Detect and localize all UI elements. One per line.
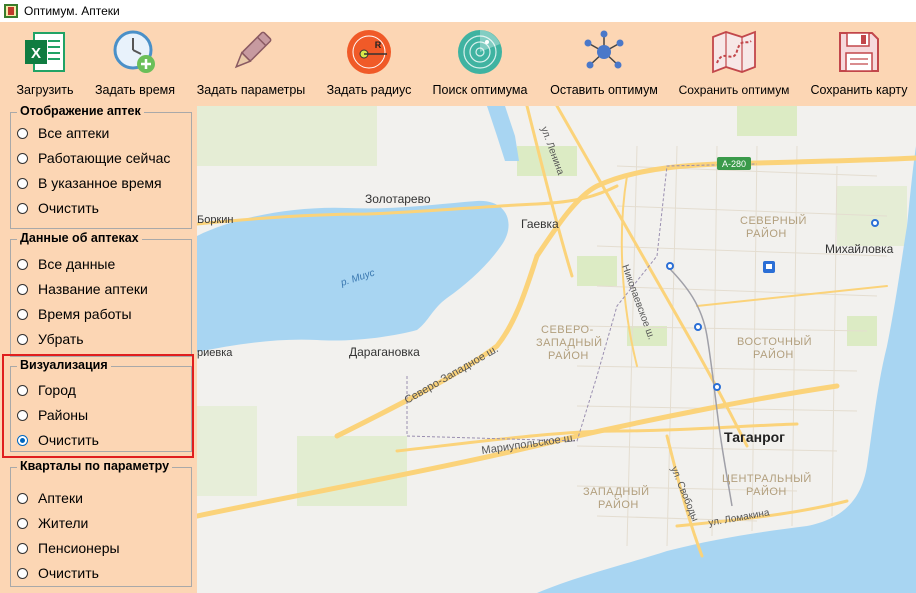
map-label-sz-district-3: РАЙОН [548, 349, 589, 362]
map-label-ievka: риевка [197, 347, 233, 359]
map-label-severny-2: РАЙОН [746, 227, 787, 240]
search-optimum-label: Поиск оптимума [432, 83, 528, 97]
radio-label: Название аптеки [38, 281, 148, 297]
toolbar: X Загрузить Задать время Задать параметр… [0, 22, 916, 106]
highway-shield: А-280 [717, 157, 751, 170]
radio-button[interactable] [17, 202, 28, 214]
load-label: Загрузить [16, 83, 74, 97]
radio-at-specified-time[interactable]: В указанное время [17, 175, 162, 191]
radio-button[interactable] [17, 258, 28, 270]
pharmacy-display-group: Отображение аптек Все аптеки Работающие … [10, 104, 192, 229]
radio-button[interactable] [17, 308, 28, 320]
map-label-gaevka: Гаевка [521, 217, 559, 231]
radio-clear-blocks[interactable]: Очистить [17, 565, 99, 581]
set-radius-button[interactable]: R Задать радиус [326, 22, 412, 106]
save-optimum-label: Сохранить оптимум [678, 83, 790, 97]
radio-button[interactable] [17, 152, 28, 164]
radio-clear-display[interactable]: Очистить [17, 200, 99, 216]
set-params-label: Задать параметры [196, 83, 306, 97]
radio-label: Все данные [38, 256, 116, 272]
sidebar: Отображение аптек Все аптеки Работающие … [0, 104, 197, 593]
map-label-sz-district-1: СЕВЕРО- [541, 324, 594, 336]
map-label-vostochny-2: РАЙОН [753, 348, 794, 361]
map-view[interactable]: А-280 Золотарево Боркин Гаевка ул. Ленин… [197, 106, 916, 593]
map-label-zapadny-2: РАЙОН [598, 498, 639, 511]
blocks-by-param-group: Кварталы по параметру Аптеки Жители Пенс… [10, 459, 192, 587]
radio-label: Все аптеки [38, 125, 110, 141]
svg-text:R: R [375, 40, 382, 50]
set-radius-label: Задать радиус [326, 83, 412, 97]
pharmacy-data-title: Данные об аптеках [17, 231, 142, 245]
radio-label: Убрать [38, 331, 84, 347]
radio-label: Очистить [38, 565, 99, 581]
search-optimum-button[interactable]: Поиск оптимума [431, 22, 529, 106]
window-title: Оптимум. Аптеки [24, 4, 120, 18]
map-label-mikhailovka: Михайловка [825, 242, 894, 256]
save-map-button[interactable]: Сохранить карту [808, 22, 910, 106]
radar-icon [458, 30, 502, 74]
set-time-label: Задать время [94, 83, 176, 97]
radio-button[interactable] [17, 542, 28, 554]
set-params-button[interactable]: Задать параметры [195, 22, 307, 106]
excel-icon: X [25, 32, 65, 72]
radio-residents[interactable]: Жители [17, 515, 88, 531]
save-optimum-button[interactable]: Сохранить оптимум [677, 22, 791, 106]
radio-button[interactable] [17, 127, 28, 139]
radio-button[interactable] [17, 333, 28, 345]
map-label-zapadny-1: ЗАПАДНЫЙ [583, 485, 650, 498]
network-icon [584, 30, 624, 69]
map-label-daraganovka: Дарагановка [349, 345, 420, 359]
map-label-severny-1: СЕВЕРНЫЙ [740, 214, 807, 227]
map-label-zolotarevo: Золотарево [365, 192, 431, 206]
pharmacy-data-group: Данные об аптеках Все данные Название ап… [10, 231, 192, 357]
map-label-sz-district-2: ЗАПАДНЫЙ [536, 336, 603, 349]
radio-label: Аптеки [38, 490, 83, 506]
radio-label: Пенсионеры [38, 540, 120, 556]
app-icon [4, 4, 18, 18]
radio-all-data[interactable]: Все данные [17, 256, 115, 272]
highway-label: А-280 [722, 159, 746, 169]
radius-icon: R [347, 30, 391, 74]
clock-add-icon [113, 30, 155, 73]
map-label-tsentralny-1: ЦЕНТРАЛЬНЫЙ [722, 472, 812, 485]
radio-all-pharmacies[interactable]: Все аптеки [17, 125, 109, 141]
map-label-tsentralny-2: РАЙОН [746, 485, 787, 498]
radio-button[interactable] [17, 567, 28, 579]
radio-label: Время работы [38, 306, 132, 322]
radio-label: Очистить [38, 200, 99, 216]
map-label-taganrog: Таганрог [724, 429, 785, 445]
radio-label: Работающие сейчас [38, 150, 171, 166]
keep-optimum-label: Оставить оптимум [550, 83, 658, 97]
map-canvas[interactable]: А-280 Золотарево Боркин Гаевка ул. Ленин… [197, 106, 916, 593]
map-route-icon [712, 30, 756, 74]
radio-pensioners[interactable]: Пенсионеры [17, 540, 120, 556]
radio-button[interactable] [17, 492, 28, 504]
radio-label: В указанное время [38, 175, 162, 191]
load-button[interactable]: X Загрузить [13, 22, 77, 106]
svg-text:X: X [31, 45, 41, 62]
radio-pharmacy-name[interactable]: Название аптеки [17, 281, 148, 297]
set-time-button[interactable]: Задать время [92, 22, 178, 106]
floppy-disk-icon [839, 32, 879, 72]
radio-remove-data[interactable]: Убрать [17, 331, 84, 347]
visualization-highlight-frame [2, 354, 194, 458]
radio-pharmacies[interactable]: Аптеки [17, 490, 83, 506]
save-map-label: Сохранить карту [810, 83, 908, 97]
radio-button[interactable] [17, 177, 28, 189]
radio-label: Жители [38, 515, 89, 531]
keep-optimum-button[interactable]: Оставить оптимум [549, 22, 659, 106]
pen-icon [234, 31, 272, 69]
radio-button[interactable] [17, 517, 28, 529]
title-bar: Оптимум. Аптеки [0, 0, 916, 22]
blocks-by-param-title: Кварталы по параметру [17, 459, 173, 473]
radio-button[interactable] [17, 283, 28, 295]
pharmacy-display-title: Отображение аптек [17, 104, 144, 118]
map-label-vostochny-1: ВОСТОЧНЫЙ [737, 335, 812, 348]
map-label-borkin: Боркин [197, 214, 234, 226]
radio-open-now[interactable]: Работающие сейчас [17, 150, 170, 166]
radio-working-hours[interactable]: Время работы [17, 306, 132, 322]
train-station-icon [763, 261, 775, 273]
